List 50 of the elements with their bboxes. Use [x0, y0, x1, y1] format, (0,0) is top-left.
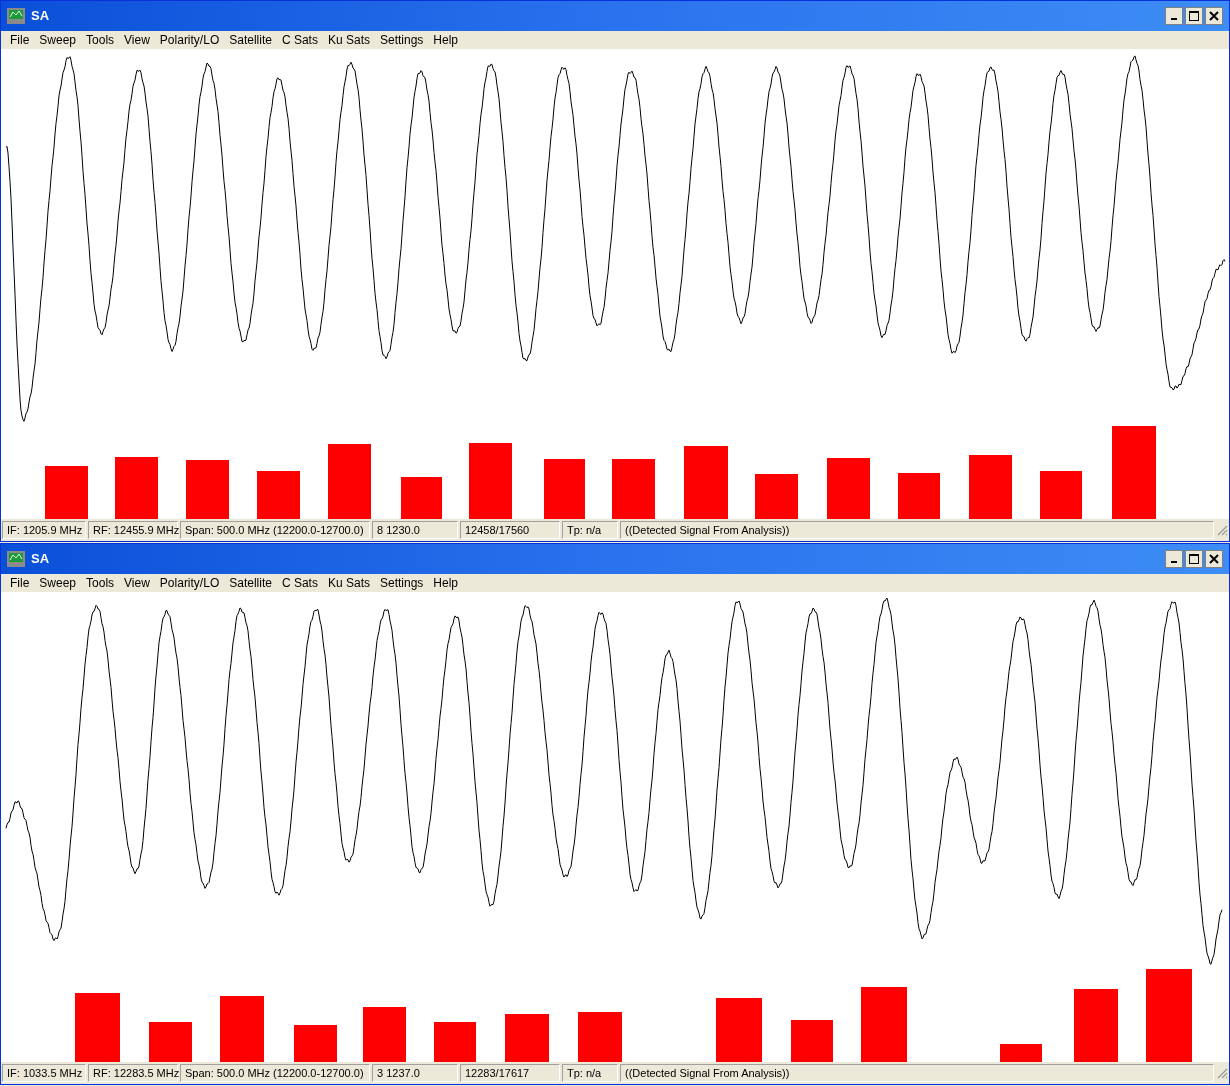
- app-icon: [7, 551, 25, 567]
- status-panel: Span: 500.0 MHz (12200.0-12700.0): [180, 521, 370, 539]
- status-panel: 12458/17560: [460, 521, 560, 539]
- resize-grip-icon: [1216, 524, 1228, 536]
- menu-item[interactable]: Ku Sats: [322, 31, 375, 49]
- status-panel: 8 1230.0: [372, 521, 458, 539]
- status-panel: ((Detected Signal From Analysis)): [620, 1064, 1214, 1082]
- maximize-button[interactable]: [1185, 550, 1203, 568]
- close-button[interactable]: [1205, 7, 1223, 25]
- app-icon: [7, 8, 25, 24]
- status-panel: IF: 1033.5 MHz: [2, 1064, 86, 1082]
- menu-item[interactable]: Tools: [81, 31, 120, 49]
- menu-item[interactable]: C Sats: [276, 31, 323, 49]
- menu-item[interactable]: Help: [428, 574, 463, 592]
- status-panel: IF: 1205.9 MHz: [2, 521, 86, 539]
- maximize-icon: [1189, 11, 1199, 21]
- menu-item[interactable]: Ku Sats: [322, 574, 375, 592]
- status-panel: Span: 500.0 MHz (12200.0-12700.0): [180, 1064, 370, 1082]
- menu-item[interactable]: C Sats: [276, 574, 323, 592]
- close-button[interactable]: [1205, 550, 1223, 568]
- close-icon: [1209, 554, 1219, 564]
- status-panel: RF: 12455.9 MHz: [88, 521, 178, 539]
- resize-grip-icon: [1216, 1067, 1228, 1079]
- menu-item[interactable]: Tools: [81, 574, 120, 592]
- menu-item[interactable]: View: [119, 31, 155, 49]
- window-title: SA: [31, 7, 50, 26]
- status-panel: Tp: n/a: [562, 521, 618, 539]
- maximize-button[interactable]: [1185, 7, 1203, 25]
- minimize-button[interactable]: [1165, 550, 1183, 568]
- menu-item[interactable]: Satellite: [224, 574, 277, 592]
- menu-item[interactable]: Polarity/LO: [154, 574, 225, 592]
- status-panel: 12283/17617: [460, 1064, 560, 1082]
- menu-item[interactable]: Help: [428, 31, 463, 49]
- status-panel: Tp: n/a: [562, 1064, 618, 1082]
- menu-item[interactable]: View: [119, 574, 155, 592]
- maximize-icon: [1189, 554, 1199, 564]
- menu-item[interactable]: File: [5, 31, 35, 49]
- menu-item[interactable]: Satellite: [224, 31, 277, 49]
- status-panel: 3 1237.0: [372, 1064, 458, 1082]
- menu-item[interactable]: Sweep: [34, 31, 82, 49]
- minimize-button[interactable]: [1165, 7, 1183, 25]
- menu-item[interactable]: Polarity/LO: [154, 31, 225, 49]
- window-title: SA: [31, 550, 50, 569]
- menu-item[interactable]: Sweep: [34, 574, 82, 592]
- menu-item[interactable]: Settings: [374, 574, 429, 592]
- status-panel: RF: 12283.5 MHz: [88, 1064, 178, 1082]
- status-panel: ((Detected Signal From Analysis)): [620, 521, 1214, 539]
- menu-item[interactable]: File: [5, 574, 35, 592]
- close-icon: [1209, 11, 1219, 21]
- menu-item[interactable]: Settings: [374, 31, 429, 49]
